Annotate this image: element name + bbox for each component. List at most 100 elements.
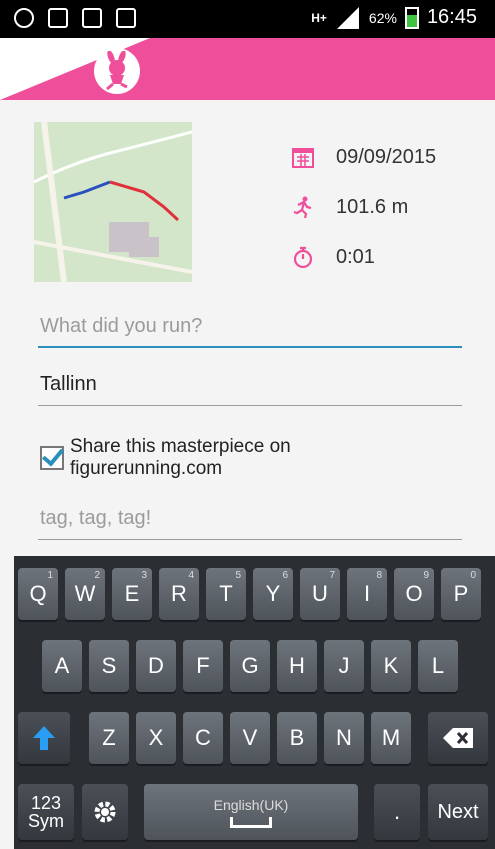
date-value: 09/09/2015 — [336, 145, 437, 168]
key-n[interactable]: N — [324, 712, 364, 764]
key-k[interactable]: K — [371, 640, 411, 692]
run-date: 09/09/2015 — [292, 132, 436, 182]
gallery-icon — [82, 8, 102, 28]
key-q[interactable]: 1Q — [18, 568, 58, 620]
key-x[interactable]: X — [136, 712, 176, 764]
runner-icon — [292, 196, 324, 218]
key-h-label: H — [289, 653, 305, 678]
space-key[interactable]: English(UK) — [144, 784, 358, 840]
key-y[interactable]: 6Y — [253, 568, 293, 620]
key-p-label: P — [453, 581, 469, 606]
stopwatch-icon — [292, 246, 324, 268]
key-a[interactable]: A — [42, 640, 82, 692]
key-s[interactable]: S — [89, 640, 129, 692]
location-icon — [14, 8, 34, 28]
share-option[interactable]: Share this masterpiece on figurerunning.… — [40, 436, 370, 480]
key-w-num: 2 — [94, 570, 100, 581]
share-checkbox[interactable] — [40, 446, 64, 470]
key-g-label: G — [241, 653, 259, 678]
signal-icon — [336, 6, 359, 29]
key-u-label: U — [312, 581, 328, 606]
location-field[interactable] — [38, 366, 464, 406]
key-f[interactable]: F — [183, 640, 223, 692]
key-j[interactable]: J — [324, 640, 364, 692]
key-m[interactable]: M — [371, 712, 411, 764]
key-s-label: S — [101, 653, 117, 678]
key-r[interactable]: 4R — [159, 568, 199, 620]
key-w[interactable]: 2W — [65, 568, 105, 620]
key-v[interactable]: V — [230, 712, 270, 764]
key-z[interactable]: Z — [89, 712, 129, 764]
tags-field[interactable] — [38, 500, 464, 540]
calendar-icon — [292, 146, 324, 168]
key-y-label: Y — [265, 581, 281, 606]
soft-keyboard: 1Q 2W 3E 4R 5T 6Y 7U 8I 9O 0P A S D F G … — [14, 556, 495, 849]
key-i-num: 8 — [376, 570, 382, 581]
key-u[interactable]: 7U — [300, 568, 340, 620]
share-label: Share this masterpiece on figurerunning.… — [70, 436, 291, 479]
key-i[interactable]: 8I — [347, 568, 387, 620]
key-c[interactable]: C — [183, 712, 223, 764]
run-name-field[interactable] — [38, 308, 464, 348]
key-b[interactable]: B — [277, 712, 317, 764]
period-key-label: . — [393, 799, 401, 824]
key-e-num: 3 — [141, 570, 147, 581]
run-info: 09/09/2015 101.6 m 0:01 — [292, 132, 436, 282]
keyboard-icon — [48, 8, 68, 28]
location-underline — [38, 405, 462, 406]
app-bar — [0, 38, 495, 100]
route-map[interactable] — [34, 122, 192, 282]
distance-value: 101.6 m — [336, 195, 409, 218]
shift-key[interactable] — [18, 712, 70, 764]
key-l[interactable]: L — [418, 640, 458, 692]
key-o-label: O — [405, 581, 423, 606]
settings-key[interactable] — [82, 784, 128, 840]
key-q-num: 1 — [47, 570, 53, 581]
tags-underline — [38, 539, 462, 540]
key-x-label: X — [148, 725, 164, 750]
key-t[interactable]: 5T — [206, 568, 246, 620]
run-distance: 101.6 m — [292, 182, 436, 232]
status-bar: H+ 62% 16:45 — [0, 0, 495, 38]
key-z-label: Z — [102, 725, 116, 750]
key-v-label: V — [242, 725, 258, 750]
space-icon — [230, 816, 272, 828]
location-input[interactable] — [38, 366, 464, 402]
image-icon — [116, 8, 136, 28]
backspace-key[interactable] — [428, 712, 488, 764]
key-h[interactable]: H — [277, 640, 317, 692]
key-d[interactable]: D — [136, 640, 176, 692]
key-k-label: K — [383, 653, 399, 678]
backspace-icon — [443, 728, 473, 748]
key-q-label: Q — [29, 581, 47, 606]
key-o[interactable]: 9O — [394, 568, 434, 620]
key-m-label: M — [381, 725, 401, 750]
key-p-num: 0 — [470, 570, 476, 581]
clock: 16:45 — [426, 6, 477, 28]
key-j-label: J — [338, 653, 350, 678]
key-p[interactable]: 0P — [441, 568, 481, 620]
key-a-label: A — [54, 653, 70, 678]
app-logo-icon[interactable] — [94, 48, 140, 94]
key-i-label: I — [363, 581, 371, 606]
duration-value: 0:01 — [336, 245, 375, 268]
battery-percent: 62% — [368, 9, 397, 26]
gear-icon — [94, 801, 116, 823]
key-b-label: B — [289, 725, 305, 750]
key-o-num: 9 — [423, 570, 429, 581]
key-e-label: E — [124, 581, 140, 606]
period-key[interactable]: . — [374, 784, 420, 840]
run-name-input[interactable] — [38, 308, 464, 344]
tags-input[interactable] — [38, 500, 464, 536]
key-t-num: 5 — [235, 570, 241, 581]
key-f-label: F — [196, 653, 210, 678]
space-key-label: English(UK) — [213, 796, 289, 813]
sym-key[interactable]: 123 Sym — [18, 784, 74, 840]
run-duration: 0:01 — [292, 232, 436, 282]
run-name-underline — [38, 346, 462, 348]
key-w-label: W — [74, 581, 96, 606]
next-key[interactable]: Next — [428, 784, 488, 840]
key-g[interactable]: G — [230, 640, 270, 692]
key-y-num: 6 — [282, 570, 288, 581]
key-e[interactable]: 3E — [112, 568, 152, 620]
